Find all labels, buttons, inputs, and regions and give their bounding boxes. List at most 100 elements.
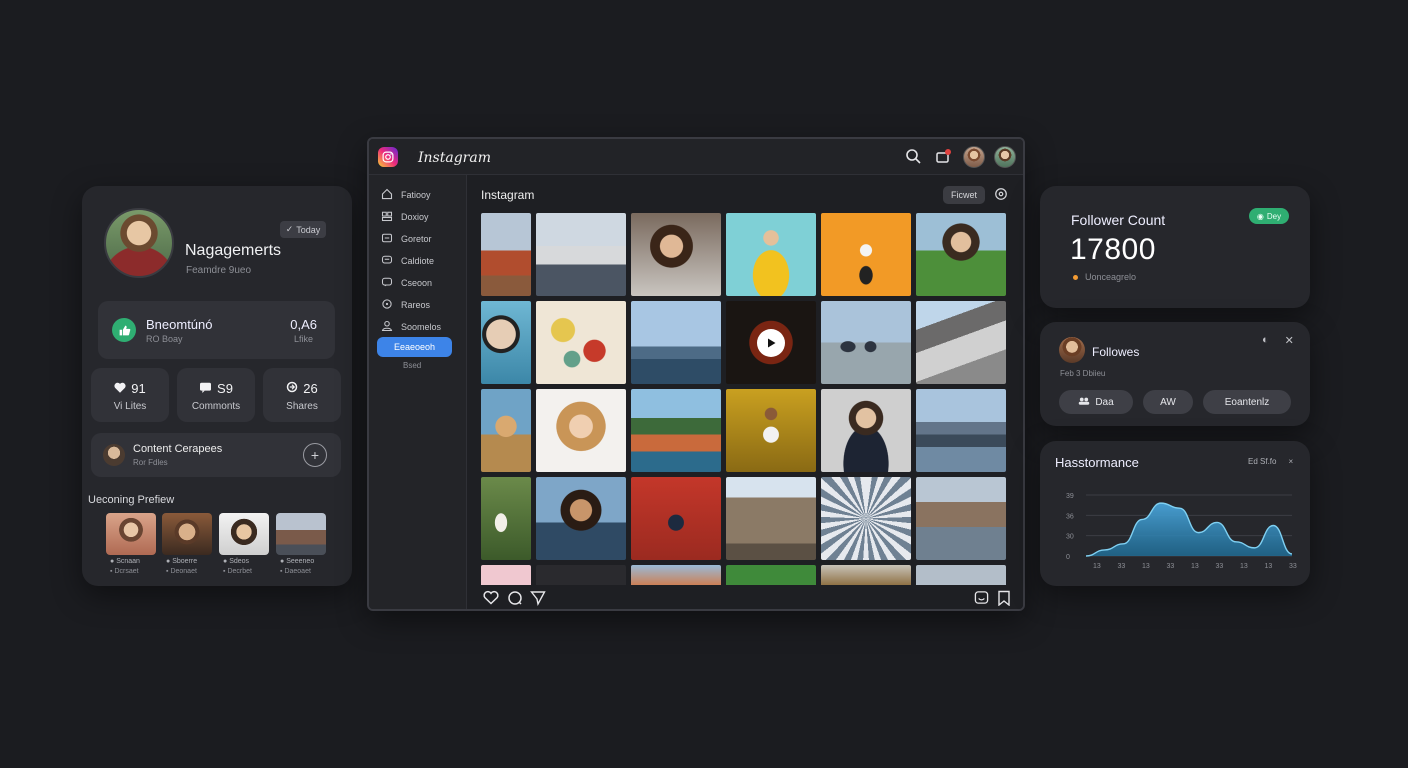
comment-icon[interactable] [507, 590, 523, 609]
profile-avatar[interactable] [104, 208, 174, 278]
notification-icon[interactable] [935, 148, 951, 169]
followers-button-3[interactable]: Eoantenlz [1203, 390, 1291, 414]
x-tick-label: 13 [1265, 563, 1273, 570]
y-tick-label: 39 [1066, 493, 1074, 500]
follow-button[interactable]: Ficwet [943, 186, 985, 204]
emoji-icon[interactable] [974, 590, 989, 609]
search-icon[interactable] [905, 148, 921, 169]
close-icon[interactable]: × [1288, 457, 1293, 466]
photo-cell[interactable] [481, 301, 531, 384]
photo-cell[interactable] [631, 213, 721, 296]
photo-cell[interactable] [726, 477, 816, 560]
photo-cell[interactable] [631, 389, 721, 472]
photo-cell[interactable] [916, 301, 1006, 384]
upcoming-thumb[interactable] [106, 513, 156, 555]
upcoming-title: Ueconing Prefiew [88, 494, 175, 506]
upcoming-sub: ▪ Decrbet [223, 568, 252, 575]
content-card-title: Content Cerapees [133, 443, 223, 455]
followers-button-1[interactable]: Daa [1059, 390, 1133, 414]
photo-cell[interactable] [536, 477, 626, 560]
heart-icon[interactable] [483, 590, 499, 609]
photo-cell[interactable] [726, 565, 816, 585]
upcoming-label: ● Seeeneo [280, 558, 315, 565]
stat-comments[interactable]: S9 Commonts [177, 368, 255, 422]
profile-avatar-small[interactable] [994, 146, 1016, 168]
status-dot [1073, 275, 1078, 280]
upcoming-thumb[interactable] [276, 513, 326, 555]
x-tick-label: 13 [1093, 563, 1101, 570]
engagement-value: 0,A6 [290, 317, 317, 332]
sidebar-item[interactable]: Rareos [381, 297, 430, 313]
play-icon[interactable] [757, 329, 785, 357]
send-icon[interactable] [530, 590, 546, 609]
performance-range[interactable]: Ed Sf.fo [1248, 457, 1276, 466]
followers-button-2[interactable]: AW [1143, 390, 1193, 414]
performance-controls: Ed Sf.fo × [1248, 457, 1293, 466]
photo-cell[interactable] [631, 301, 721, 384]
video-cell[interactable] [726, 301, 816, 384]
follower-count-sub: Uonceagrelo [1085, 272, 1137, 282]
settings-icon[interactable] [994, 187, 1008, 206]
upcoming-thumb[interactable] [162, 513, 212, 555]
engagement-sub: RO Boay [146, 334, 183, 344]
photo-cell[interactable] [631, 477, 721, 560]
y-tick-label: 30 [1066, 534, 1074, 541]
close-icon[interactable]: ✕ [1285, 334, 1294, 347]
sidebar-sub-label: Bsed [403, 361, 422, 370]
sidebar-item[interactable]: Goretor [381, 231, 432, 247]
content-card[interactable]: Content Cerapees Ror Fdles + [91, 433, 341, 477]
photo-cell[interactable] [536, 389, 626, 472]
photo-cell[interactable] [481, 565, 531, 585]
photo-cell[interactable] [821, 389, 911, 472]
sidebar-item[interactable]: Cseoon [381, 275, 432, 291]
photo-cell[interactable] [481, 389, 531, 472]
stat-likes[interactable]: 91 Vi Lites [91, 368, 169, 422]
photo-cell[interactable] [726, 389, 816, 472]
comments-value: S9 [217, 381, 233, 396]
sidebar-label: Caldiote [401, 256, 435, 266]
bookmark-icon[interactable] [997, 590, 1011, 609]
photo-cell[interactable] [916, 565, 1006, 585]
sidebar-label: Rareos [401, 300, 431, 310]
profile-subtitle: Feamdre 9ueo [186, 265, 252, 276]
people-icon [381, 210, 393, 224]
shares-label: Shares [286, 401, 318, 412]
toggle-icon[interactable]: ◐ [1262, 334, 1269, 347]
add-icon[interactable]: + [303, 443, 327, 467]
photo-cell[interactable] [821, 565, 911, 585]
x-tick-label: 33 [1118, 563, 1126, 570]
engagement-card[interactable]: Bneomtúnó RO Boay 0,A6 Lfike [98, 301, 335, 359]
follower-avatar[interactable] [1059, 337, 1085, 363]
sidebar-item[interactable]: Soomelos [381, 319, 441, 335]
photo-cell[interactable] [631, 565, 721, 585]
follower-count-panel: Follower Count 17800 ◉ Dey Uonceagrelo [1040, 186, 1310, 308]
photo-cell[interactable] [916, 213, 1006, 296]
instagram-logo-icon[interactable] [378, 147, 398, 167]
sidebar-active-button[interactable]: Eeaeoeoh [377, 337, 452, 357]
sidebar-item[interactable]: Caldiote [381, 253, 434, 269]
ig-sidebar: Fatiooy Doxioy Goretor Caldiote Cseoon R… [369, 175, 467, 609]
photo-cell[interactable] [481, 213, 531, 296]
photo-cell[interactable] [821, 213, 911, 296]
user-avatar[interactable] [963, 146, 985, 168]
profile-panel: ✓ Today Nagagemerts Feamdre 9ueo Bneomtú… [82, 186, 352, 586]
photo-cell[interactable] [536, 213, 626, 296]
sidebar-item[interactable]: Doxioy [381, 209, 429, 225]
photo-cell[interactable] [916, 477, 1006, 560]
photo-cell[interactable] [726, 213, 816, 296]
photo-cell[interactable] [916, 389, 1006, 472]
photo-cell[interactable] [536, 565, 626, 585]
stat-shares[interactable]: 26 Shares [263, 368, 341, 422]
photo-cell[interactable] [536, 301, 626, 384]
period-badge[interactable]: ◉ Dey [1249, 208, 1289, 224]
today-badge[interactable]: ✓ Today [280, 221, 326, 238]
photo-cell[interactable] [821, 301, 911, 384]
content-card-sub: Ror Fdles [133, 458, 168, 467]
sidebar-item[interactable]: Fatiooy [381, 187, 431, 203]
upcoming-thumb[interactable] [219, 513, 269, 555]
photo-cell[interactable] [821, 477, 911, 560]
thumbs-up-icon [112, 318, 136, 342]
sidebar-label: Goretor [401, 234, 432, 244]
photo-cell[interactable] [481, 477, 531, 560]
followers-controls: ◐ ✕ [1262, 334, 1294, 347]
